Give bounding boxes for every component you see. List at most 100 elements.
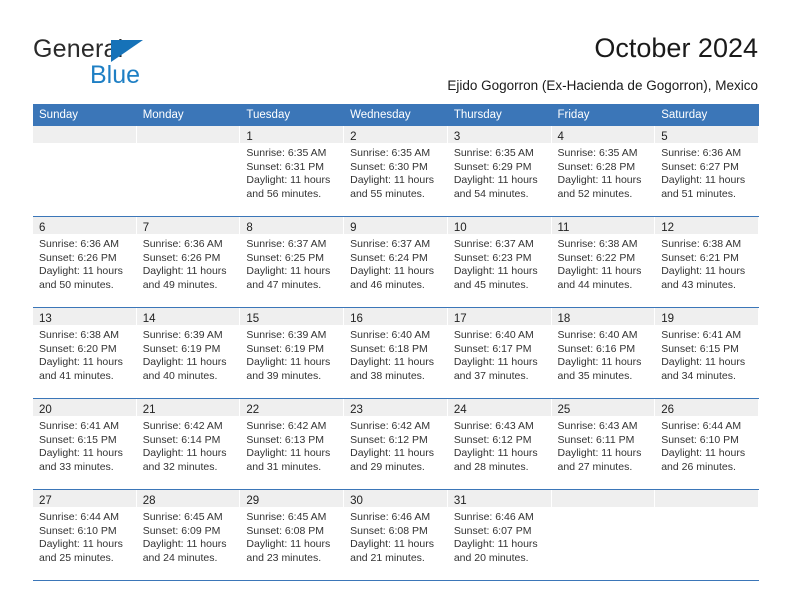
day-cell-inner: 31 Sunrise: 6:46 AM Sunset: 6:07 PM Dayligh… — [447, 490, 552, 580]
sunrise-text: Sunrise: 6:37 AM — [246, 238, 327, 250]
sunset-text: Sunset: 6:19 PM — [246, 342, 325, 355]
day-number-band: 6 — [33, 217, 137, 234]
sunrise-text: Sunrise: 6:39 AM — [142, 329, 223, 341]
day-number-band: 8 — [240, 217, 345, 234]
calendar-day-cell[interactable]: 17 Sunrise: 6:40 AM Sunset: 6:17 PM Dayligh… — [447, 307, 552, 399]
calendar-week-row: 6 Sunrise: 6:36 AM Sunset: 6:26 PM Daylight… — [33, 216, 759, 308]
day-number: 10 — [453, 222, 467, 234]
calendar-day-cell[interactable]: 5 Sunrise: 6:36 AM Sunset: 6:27 PM Daylight… — [655, 126, 759, 217]
daylight-text-line2: and 24 minutes. — [142, 551, 218, 564]
calendar-day-cell[interactable]: 10 Sunrise: 6:37 AM Sunset: 6:23 PM Dayligh… — [447, 216, 552, 308]
calendar-day-cell[interactable]: 31 Sunrise: 6:46 AM Sunset: 6:07 PM Dayligh… — [447, 489, 552, 581]
daylight-text-line2: and 28 minutes. — [453, 460, 529, 473]
calendar-day-cell[interactable]: 23 Sunrise: 6:42 AM Sunset: 6:12 PM Dayligh… — [344, 398, 448, 490]
calendar-day-cell[interactable]: 7 Sunrise: 6:36 AM Sunset: 6:26 PM Daylight… — [136, 216, 241, 308]
day-number-band: 19 — [655, 308, 759, 325]
day-cell-details: Sunrise: 6:41 AM Sunset: 6:15 PM Daylight:… — [33, 416, 137, 474]
calendar-day-cell[interactable]: 2 Sunrise: 6:35 AM Sunset: 6:30 PM Daylight… — [344, 126, 448, 217]
calendar-day-cell[interactable]: 22 Sunrise: 6:42 AM Sunset: 6:13 PM Dayligh… — [240, 398, 345, 490]
calendar-day-cell[interactable]: 18 Sunrise: 6:40 AM Sunset: 6:16 PM Dayligh… — [551, 307, 656, 399]
daylight-text-line1: Daylight: 11 hours — [39, 538, 123, 551]
day-cell-details: Sunrise: 6:45 AM Sunset: 6:08 PM Daylight:… — [240, 507, 344, 565]
calendar-day-cell[interactable]: 28 Sunrise: 6:45 AM Sunset: 6:09 PM Dayligh… — [136, 489, 241, 581]
sunrise-text: Sunrise: 6:42 AM — [246, 420, 327, 432]
general-blue-logo[interactable]: General Blue — [33, 35, 213, 89]
daylight-text-line2: and 27 minutes. — [557, 460, 633, 473]
sunset-text: Sunset: 6:25 PM — [246, 251, 325, 264]
daylight-text-line1: Daylight: 11 hours — [557, 447, 642, 460]
daylight-text-line2: and 35 minutes. — [557, 369, 633, 382]
calendar-day-cell[interactable]: 27 Sunrise: 6:44 AM Sunset: 6:10 PM Dayligh… — [33, 489, 137, 581]
day-number: 6 — [39, 222, 46, 234]
day-cell-inner: 8 Sunrise: 6:37 AM Sunset: 6:25 PM Daylight… — [240, 217, 345, 307]
day-number-band: 3 — [447, 126, 552, 143]
day-cell-details: Sunrise: 6:46 AM Sunset: 6:07 PM Daylight:… — [448, 507, 552, 565]
calendar-day-cell[interactable]: 6 Sunrise: 6:36 AM Sunset: 6:26 PM Daylight… — [33, 216, 137, 308]
day-cell-inner: 19 Sunrise: 6:41 AM Sunset: 6:15 PM Dayligh… — [655, 308, 759, 398]
calendar-day-cell[interactable]: 1 Sunrise: 6:35 AM Sunset: 6:31 PM Daylight… — [240, 126, 345, 217]
calendar-day-cell[interactable]: 9 Sunrise: 6:37 AM Sunset: 6:24 PM Daylight… — [344, 216, 448, 308]
daylight-text-line2: and 21 minutes. — [350, 551, 425, 564]
sunrise-text: Sunrise: 6:43 AM — [557, 420, 638, 432]
calendar-day-cell[interactable]: 21 Sunrise: 6:42 AM Sunset: 6:14 PM Dayligh… — [136, 398, 241, 490]
sunrise-text: Sunrise: 6:41 AM — [661, 329, 742, 341]
day-number: 15 — [246, 313, 260, 325]
day-cell-details — [33, 143, 137, 147]
calendar-day-cell[interactable]: 8 Sunrise: 6:37 AM Sunset: 6:25 PM Daylight… — [240, 216, 345, 308]
sunset-text: Sunset: 6:27 PM — [661, 160, 739, 173]
sunrise-text: Sunrise: 6:36 AM — [39, 238, 119, 250]
day-number-band: 5 — [655, 126, 759, 143]
day-number-band: 11 — [551, 217, 656, 234]
sunrise-text: Sunrise: 6:42 AM — [142, 420, 223, 432]
sunrise-text: Sunrise: 6:38 AM — [661, 238, 742, 250]
day-cell-details: Sunrise: 6:35 AM Sunset: 6:30 PM Daylight:… — [344, 143, 448, 201]
weekday-header-tuesday: Tuesday — [240, 104, 345, 126]
day-number-band: 10 — [447, 217, 552, 234]
sunset-text: Sunset: 6:10 PM — [39, 524, 117, 537]
day-number: 17 — [453, 313, 467, 325]
day-number: 27 — [39, 495, 52, 507]
calendar-day-cell[interactable]: 11 Sunrise: 6:38 AM Sunset: 6:22 PM Dayligh… — [551, 216, 656, 308]
calendar-day-cell[interactable]: 13 Sunrise: 6:38 AM Sunset: 6:20 PM Dayligh… — [33, 307, 137, 399]
day-number-band: 7 — [136, 217, 241, 234]
calendar-day-cell[interactable]: 4 Sunrise: 6:35 AM Sunset: 6:28 PM Daylight… — [551, 126, 656, 217]
calendar-day-cell[interactable]: 26 Sunrise: 6:44 AM Sunset: 6:10 PM Dayligh… — [655, 398, 759, 490]
daylight-text-line2: and 23 minutes. — [246, 551, 322, 564]
day-cell-inner — [655, 490, 759, 580]
calendar-day-cell[interactable]: 29 Sunrise: 6:45 AM Sunset: 6:08 PM Dayligh… — [240, 489, 345, 581]
calendar-day-cell[interactable]: 3 Sunrise: 6:35 AM Sunset: 6:29 PM Daylight… — [447, 126, 552, 217]
sunset-text: Sunset: 6:12 PM — [453, 433, 532, 446]
day-number-band: 1 — [240, 126, 345, 143]
sunset-text: Sunset: 6:13 PM — [246, 433, 325, 446]
day-cell-details: Sunrise: 6:40 AM Sunset: 6:17 PM Daylight:… — [448, 325, 552, 383]
calendar-day-cell[interactable]: 19 Sunrise: 6:41 AM Sunset: 6:15 PM Dayligh… — [655, 307, 759, 399]
weekday-header-thursday: Thursday — [447, 104, 552, 126]
day-cell-details: Sunrise: 6:42 AM Sunset: 6:14 PM Daylight:… — [137, 416, 241, 474]
day-number-band: 30 — [344, 490, 448, 507]
calendar-day-cell[interactable]: 24 Sunrise: 6:43 AM Sunset: 6:12 PM Dayligh… — [447, 398, 552, 490]
calendar-day-cell[interactable]: 15 Sunrise: 6:39 AM Sunset: 6:19 PM Dayligh… — [240, 307, 345, 399]
calendar-week-row: 13 Sunrise: 6:38 AM Sunset: 6:20 PM Dayligh… — [33, 307, 759, 399]
daylight-text-line1: Daylight: 11 hours — [246, 174, 331, 187]
day-cell-inner: 30 Sunrise: 6:46 AM Sunset: 6:08 PM Dayligh… — [344, 490, 448, 580]
sunrise-text: Sunrise: 6:36 AM — [142, 238, 223, 250]
day-number: 21 — [142, 404, 156, 416]
sunset-text: Sunset: 6:31 PM — [246, 160, 325, 173]
calendar-day-cell[interactable]: 14 Sunrise: 6:39 AM Sunset: 6:19 PM Dayligh… — [136, 307, 241, 399]
calendar-day-cell[interactable]: 12 Sunrise: 6:38 AM Sunset: 6:21 PM Dayligh… — [655, 216, 759, 308]
daylight-text-line1: Daylight: 11 hours — [350, 174, 434, 187]
day-number: 16 — [350, 313, 363, 325]
sunrise-text: Sunrise: 6:46 AM — [350, 511, 431, 523]
calendar-week-row: 1 Sunrise: 6:35 AM Sunset: 6:31 PM Daylight… — [33, 126, 759, 217]
day-number: 4 — [557, 131, 564, 143]
day-cell-details: Sunrise: 6:39 AM Sunset: 6:19 PM Daylight:… — [240, 325, 344, 383]
calendar-day-cell[interactable]: 16 Sunrise: 6:40 AM Sunset: 6:18 PM Dayligh… — [344, 307, 448, 399]
sunset-text: Sunset: 6:22 PM — [557, 251, 636, 264]
calendar-day-cell[interactable]: 25 Sunrise: 6:43 AM Sunset: 6:11 PM Dayligh… — [551, 398, 656, 490]
daylight-text-line2: and 37 minutes. — [453, 369, 529, 382]
calendar-day-cell[interactable]: 20 Sunrise: 6:41 AM Sunset: 6:15 PM Dayligh… — [33, 398, 137, 490]
day-cell-details: Sunrise: 6:38 AM Sunset: 6:21 PM Daylight:… — [655, 234, 759, 292]
calendar-day-cell[interactable]: 30 Sunrise: 6:46 AM Sunset: 6:08 PM Dayligh… — [344, 489, 448, 581]
sunset-text: Sunset: 6:19 PM — [142, 342, 221, 355]
daylight-text-line1: Daylight: 11 hours — [557, 174, 642, 187]
